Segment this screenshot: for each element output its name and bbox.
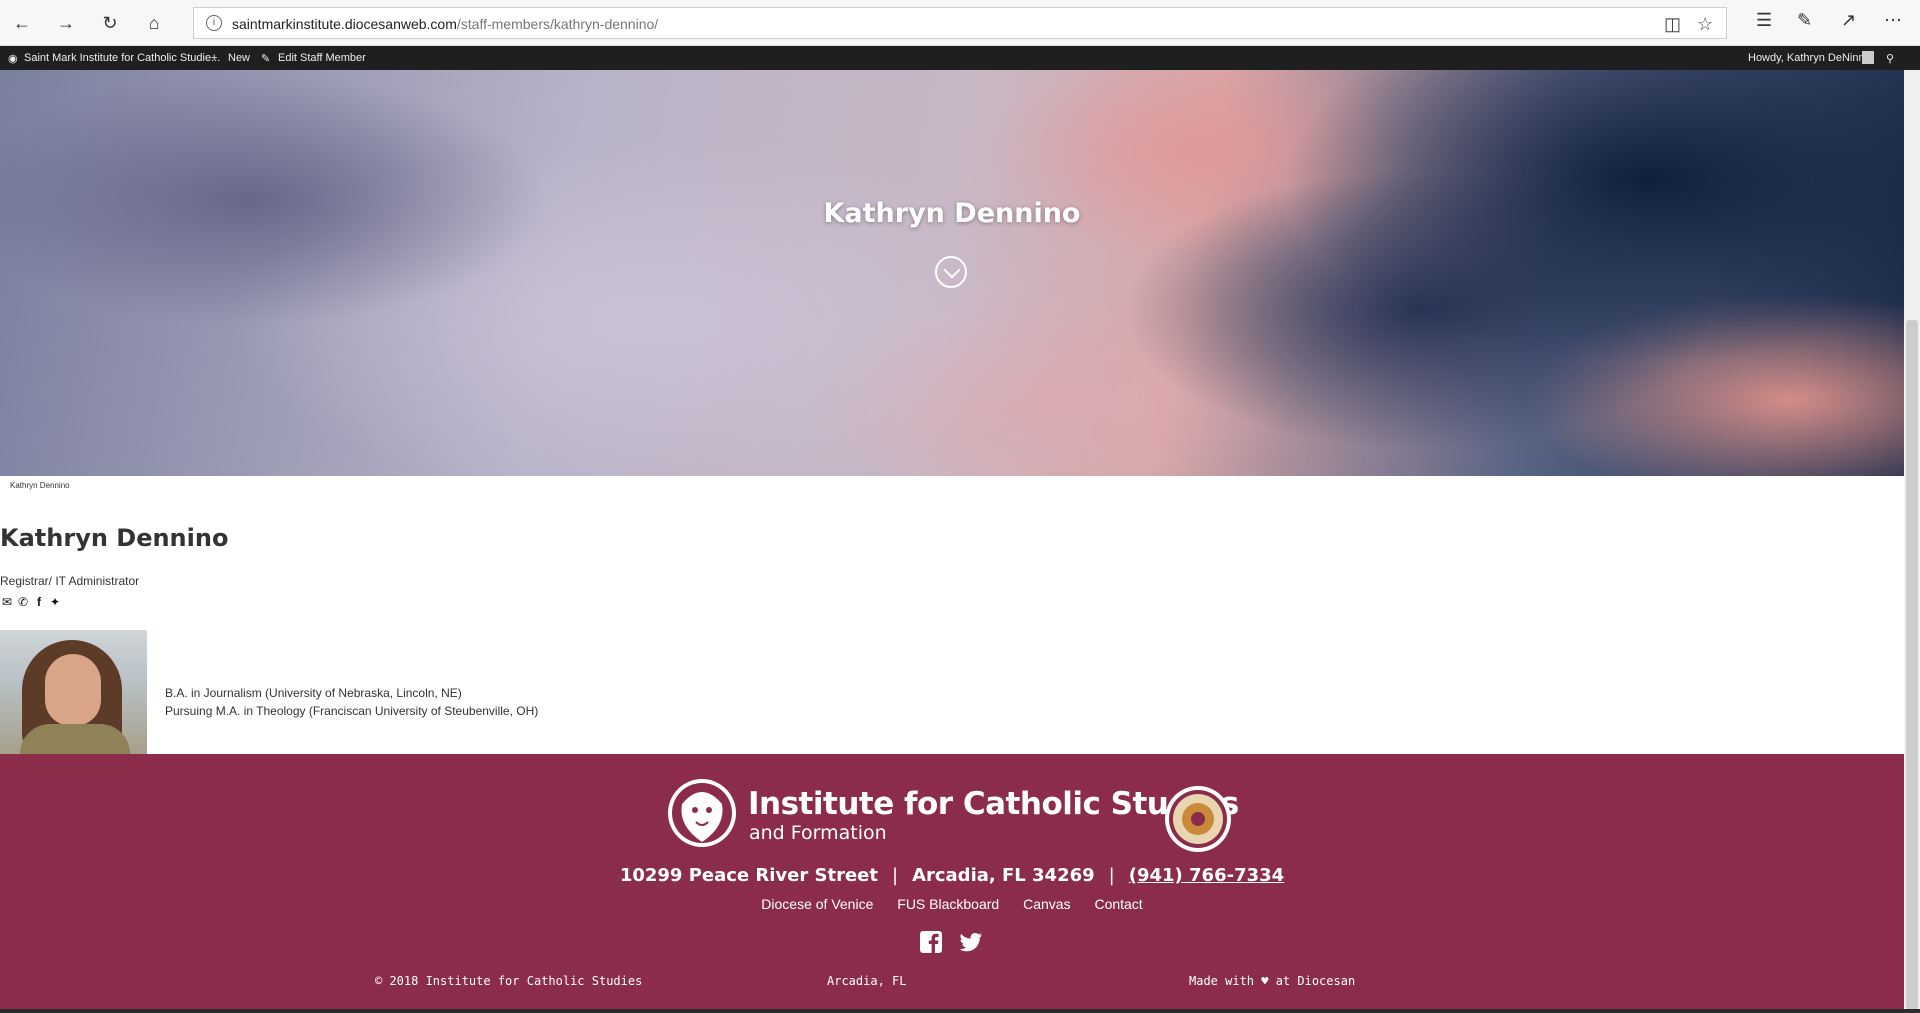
footer-link-canvas[interactable]: Canvas	[1023, 896, 1070, 912]
footer-link-contact[interactable]: Contact	[1094, 896, 1142, 912]
refresh-icon[interactable]: ↻	[96, 9, 124, 37]
url-host: saintmarkinstitute.diocesanweb.com	[232, 16, 457, 32]
url-path: /staff-members/kathryn-dennino/	[456, 16, 659, 32]
admin-new-link[interactable]: New	[228, 52, 250, 64]
more-menu-icon[interactable]: ⋯	[1884, 10, 1902, 31]
footer-links: Diocese of Venice FUS Blackboard Canvas …	[0, 896, 1904, 912]
education-line: Pursuing M.A. in Theology (Franciscan Un…	[165, 704, 539, 718]
twitter-icon[interactable]: ✦	[48, 595, 62, 609]
bottom-scrollbar	[0, 1009, 1920, 1013]
education-line: B.A. in Journalism (University of Nebras…	[165, 686, 462, 700]
footer-copyright: © 2018 Institute for Catholic Studies	[375, 974, 643, 988]
footer-facebook-icon[interactable]	[919, 930, 943, 954]
plus-icon: +	[211, 52, 218, 64]
share-icon[interactable]: ↗	[1841, 10, 1856, 31]
browser-toolbar: ← → ↻ ⌂ i saintmarkinstitute.diocesanweb…	[0, 0, 1920, 46]
back-icon[interactable]: ←	[8, 9, 36, 37]
staff-photo	[0, 630, 147, 754]
site-info-icon[interactable]: i	[206, 15, 222, 31]
admin-site-name[interactable]: Saint Mark Institute for Catholic Studie…	[24, 52, 220, 64]
footer-city: Arcadia, FL 34269	[912, 865, 1095, 886]
admin-howdy[interactable]: Howdy, Kathryn DeNinno	[1748, 52, 1871, 64]
admin-search-icon[interactable]: ⚲	[1886, 52, 1894, 65]
pen-notes-icon[interactable]: ✎	[1797, 10, 1812, 31]
favorites-hub-icon[interactable]: ☰	[1756, 10, 1772, 31]
lion-logo-icon[interactable]	[666, 776, 738, 850]
footer-link-diocese[interactable]: Diocese of Venice	[761, 896, 873, 912]
favorite-star-icon[interactable]: ☆	[1697, 14, 1713, 35]
footer-location: Arcadia, FL	[827, 974, 907, 988]
reading-view-icon[interactable]: ◫	[1664, 14, 1681, 35]
site-footer: Institute for Catholic Studies and Forma…	[0, 754, 1904, 1009]
avatar-icon[interactable]	[1862, 51, 1874, 64]
contact-icons: ✉ ✆ f ✦	[0, 593, 64, 609]
hero-banner: Kathryn Dennino	[0, 70, 1904, 476]
forward-icon[interactable]: →	[52, 9, 80, 37]
footer-twitter-icon[interactable]	[959, 930, 983, 954]
hero-title: Kathryn Dennino	[823, 198, 1081, 229]
admin-bar: ◉ Saint Mark Institute for Catholic Stud…	[0, 46, 1920, 70]
scrollbar-thumb[interactable]	[1906, 320, 1918, 1010]
admin-edit-link[interactable]: Edit Staff Member	[278, 52, 366, 64]
hero-caption: Kathryn Dennino	[10, 481, 70, 490]
institute-seal-icon	[1165, 786, 1231, 852]
staff-role: Registrar/ IT Administrator	[0, 574, 140, 588]
footer-address: 10299 Peace River Street | Arcadia, FL 342…	[619, 865, 1285, 886]
footer-phone-link[interactable]: (941) 766-7334	[1129, 865, 1284, 886]
chevron-down-icon[interactable]	[935, 256, 967, 288]
staff-name: Kathryn Dennino	[0, 524, 229, 552]
home-icon[interactable]: ⌂	[140, 9, 168, 37]
footer-brand-subtitle: and Formation	[749, 822, 887, 844]
footer-street: 10299 Peace River Street	[619, 865, 878, 886]
dashboard-icon[interactable]: ◉	[8, 52, 18, 65]
address-url[interactable]: saintmarkinstitute.diocesanweb.com/staff…	[232, 16, 658, 32]
footer-made-with[interactable]: Made with ♥ at Diocesan	[1189, 974, 1355, 988]
pencil-icon: ✎	[261, 53, 271, 65]
address-bar[interactable]: i saintmarkinstitute.diocesanweb.com/sta…	[193, 7, 1727, 39]
facebook-icon[interactable]: f	[32, 595, 46, 609]
email-icon[interactable]: ✉	[0, 595, 14, 609]
footer-link-blackboard[interactable]: FUS Blackboard	[897, 896, 999, 912]
phone-icon[interactable]: ✆	[16, 595, 30, 609]
